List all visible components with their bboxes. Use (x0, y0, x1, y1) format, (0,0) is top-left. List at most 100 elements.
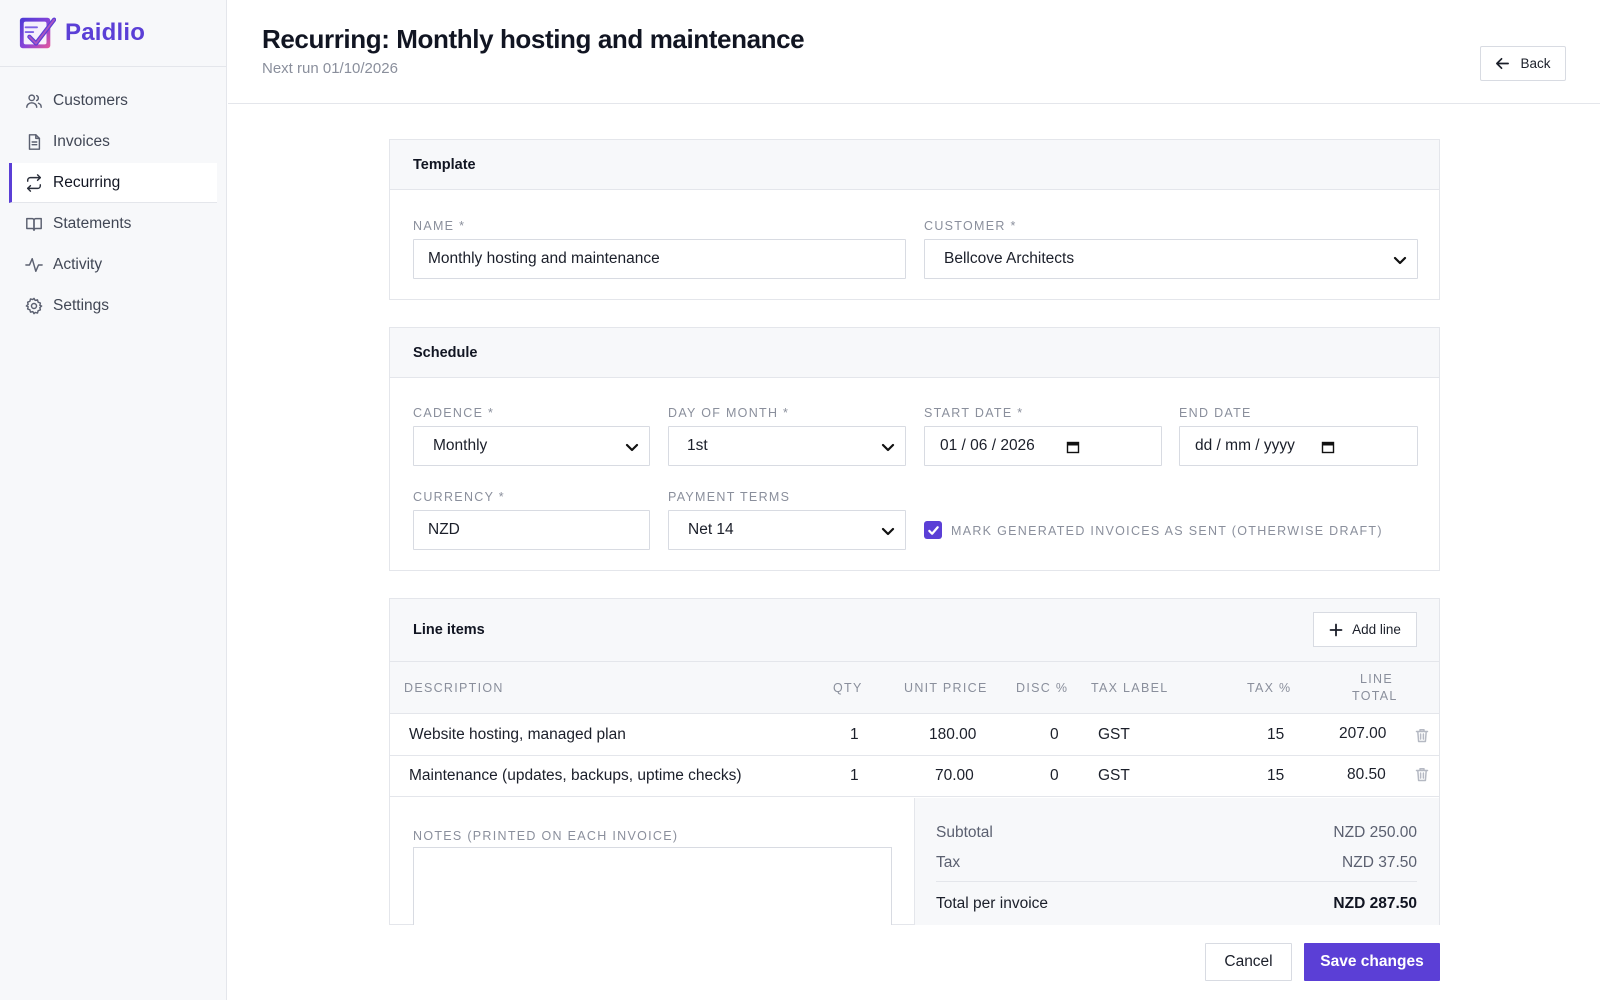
book-icon (26, 217, 42, 232)
save-changes-button[interactable]: Save changes (1304, 943, 1440, 981)
app-name: Paidlio (65, 19, 146, 46)
tax-label: Tax (936, 854, 961, 871)
mark-sent-label[interactable]: MARK GENERATED INVOICES AS SENT (OTHERWI… (951, 524, 1383, 538)
row-tax-label[interactable]: GST (1098, 726, 1130, 744)
row-disc[interactable]: 0 (1050, 767, 1059, 785)
activity-icon (25, 257, 43, 273)
start-date-label: START DATE * (924, 406, 1024, 420)
trash-icon[interactable] (1415, 728, 1429, 743)
brand[interactable]: Paidlio (0, 0, 226, 67)
notes-textarea[interactable] (413, 847, 892, 925)
col-line-total-2: TOTAL (1352, 689, 1398, 703)
cadence-label: CADENCE * (413, 406, 495, 420)
sidebar-item-invoices[interactable]: Invoices (9, 122, 217, 162)
payment-terms-label: PAYMENT TERMS (668, 490, 791, 504)
subtotal-label: Subtotal (936, 824, 993, 841)
chevron-down-icon (1393, 256, 1407, 265)
plus-icon (1329, 623, 1343, 636)
sidebar-item-label: Settings (53, 297, 110, 314)
customer-value: Bellcove Architects (944, 250, 1075, 267)
sidebar-item-recurring[interactable]: Recurring (9, 163, 217, 203)
app-logo-icon (19, 17, 56, 49)
row-qty[interactable]: 1 (850, 767, 859, 785)
end-date-label: END DATE (1179, 406, 1252, 420)
page-header: Recurring: Monthly hosting and maintenan… (228, 0, 1600, 104)
currency-label: CURRENCY * (413, 490, 505, 504)
cadence-select[interactable]: Monthly (413, 426, 650, 466)
row-disc[interactable]: 0 (1050, 726, 1059, 744)
back-button[interactable]: Back (1480, 46, 1566, 81)
name-label: NAME * (413, 219, 466, 233)
row-tax-label[interactable]: GST (1098, 767, 1130, 785)
sidebar-item-settings[interactable]: Settings (9, 286, 217, 326)
chevron-down-icon (881, 527, 895, 536)
add-line-button[interactable]: Add line (1313, 612, 1417, 647)
total-value: NZD 287.50 (1333, 895, 1417, 912)
save-label: Save changes (1320, 953, 1424, 970)
row-description[interactable]: Maintenance (updates, backups, uptime ch… (409, 767, 742, 785)
check-icon (927, 525, 939, 535)
next-run-text: Next run 01/10/2026 (262, 60, 398, 77)
cadence-value: Monthly (433, 437, 488, 454)
calendar-icon[interactable] (1066, 440, 1080, 454)
sidebar-item-label: Activity (53, 256, 103, 273)
col-unit-price: UNIT PRICE (904, 681, 988, 695)
notes-section: NOTES (PRINTED ON EACH INVOICE) (390, 798, 915, 925)
col-line-total-1: LINE (1360, 672, 1393, 686)
currency-value: NZD (428, 521, 460, 538)
name-input[interactable]: Monthly hosting and maintenance (413, 239, 906, 279)
customer-select[interactable]: Bellcove Architects (924, 239, 1418, 279)
end-date-input[interactable]: dd / mm / yyyy (1179, 426, 1418, 466)
gear-icon (25, 297, 43, 315)
calendar-icon[interactable] (1321, 440, 1335, 454)
chevron-down-icon (625, 443, 639, 452)
sidebar-item-label: Invoices (53, 133, 110, 150)
document-icon (28, 134, 41, 150)
template-card: Template NAME * Monthly hosting and main… (389, 139, 1440, 300)
sidebar-item-customers[interactable]: Customers (9, 81, 217, 121)
row-description[interactable]: Website hosting, managed plan (409, 726, 626, 744)
totals-section: Subtotal NZD 250.00 Tax NZD 37.50 Total … (915, 798, 1439, 925)
end-date-placeholder: dd / mm / yyyy (1195, 437, 1295, 454)
name-value: Monthly hosting and maintenance (428, 250, 660, 267)
schedule-heading: Schedule (390, 328, 1439, 378)
col-description: DESCRIPTION (404, 681, 504, 695)
back-label: Back (1520, 56, 1551, 71)
row-qty[interactable]: 1 (850, 726, 859, 744)
row-unit-price[interactable]: 180.00 (929, 726, 976, 744)
row-line-total: 80.50 (1347, 766, 1386, 783)
sidebar-item-statements[interactable]: Statements (9, 204, 217, 244)
customer-label: CUSTOMER * (924, 219, 1017, 233)
col-qty: QTY (833, 681, 863, 695)
currency-input[interactable]: NZD (413, 510, 650, 550)
row-tax-pct[interactable]: 15 (1267, 726, 1284, 744)
start-date-input[interactable]: 01 / 06 / 2026 (924, 426, 1162, 466)
row-tax-pct[interactable]: 15 (1267, 767, 1284, 785)
template-heading: Template (390, 140, 1439, 190)
table-row: Website hosting, managed plan 1 180.00 0… (390, 715, 1439, 756)
table-row: Maintenance (updates, backups, uptime ch… (390, 756, 1439, 797)
notes-label: NOTES (PRINTED ON EACH INVOICE) (413, 829, 679, 843)
col-disc: DISC % (1016, 681, 1069, 695)
sidebar: Paidlio Customers Invoices Recurring Sta… (0, 0, 227, 1000)
start-date-value: 01 / 06 / 2026 (940, 437, 1035, 454)
sidebar-item-activity[interactable]: Activity (9, 245, 217, 285)
day-of-month-label: DAY OF MONTH * (668, 406, 790, 420)
cancel-label: Cancel (1224, 953, 1273, 970)
sidebar-nav: Customers Invoices Recurring Statements … (0, 67, 226, 326)
cancel-button[interactable]: Cancel (1205, 943, 1292, 981)
row-unit-price[interactable]: 70.00 (935, 767, 974, 785)
total-label: Total per invoice (936, 895, 1049, 912)
trash-icon[interactable] (1415, 767, 1429, 782)
totals-divider (936, 881, 1417, 882)
day-of-month-value: 1st (687, 437, 708, 454)
mark-sent-checkbox[interactable] (924, 521, 942, 539)
tax-value: NZD 37.50 (1342, 854, 1417, 871)
chevron-down-icon (881, 443, 895, 452)
line-items-title: Line items (413, 622, 485, 638)
arrow-left-icon (1496, 57, 1510, 70)
line-items-card: Line items Add line DESCRIPTION QTY UNIT… (389, 598, 1440, 925)
row-line-total: 207.00 (1339, 725, 1387, 742)
payment-terms-select[interactable]: Net 14 (668, 510, 906, 550)
day-of-month-select[interactable]: 1st (668, 426, 906, 466)
